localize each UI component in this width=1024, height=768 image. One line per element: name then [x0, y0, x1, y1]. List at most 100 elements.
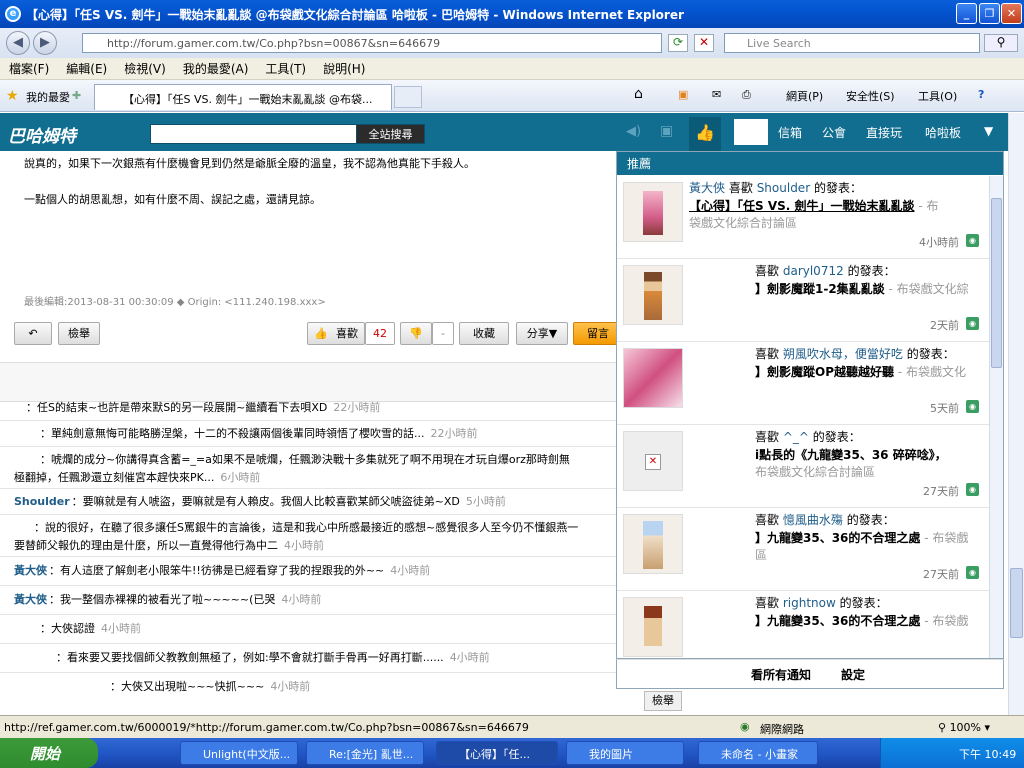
comment-row: ：唬爛的成分~你講得真含蓄=_=a如果不是唬爛，任飄渺決戰十多集就死了啊不用現在… [0, 447, 620, 489]
tools-menu[interactable]: 工具(O) [918, 88, 957, 104]
report-button[interactable]: 檢舉 [58, 322, 100, 345]
dislike-icon[interactable]: 👎 [400, 322, 432, 345]
notification-item[interactable]: 喜歡 rightnow 的發表： 】九龍變35、36的不合理之處 - 布袋戲 [617, 591, 989, 658]
globe-icon: ◉ [740, 720, 750, 733]
add-favorite-icon[interactable]: ✚ [72, 89, 81, 102]
minimize-button[interactable]: _ [956, 3, 977, 24]
search-icon[interactable]: ⚲ [984, 34, 1018, 52]
address-toolbar: ◀ ▶ http://forum.gamer.com.tw/Co.php?bsn… [0, 28, 1024, 58]
start-button[interactable]: 開始 [0, 738, 98, 768]
window-title: 【心得】「任S VS. 劍牛」一戰始末亂亂談 @布袋戲文化綜合討論區 哈啦板 -… [26, 8, 684, 22]
menu-tools[interactable]: 工具(T) [265, 62, 306, 76]
notification-header: 推薦 [617, 152, 1003, 175]
zoom-level[interactable]: ⚲ 100% ▾ [938, 721, 990, 734]
comment-row: ：單純劍意無悔可能略勝涅槃，十二的不殺讓兩個後輩同時領悟了櫻吹雪的話... 22小… [0, 421, 620, 447]
tab-bar: ★ 我的最愛 ✚ 【心得】「任S VS. 劍牛」一戰始末亂亂談 @布袋... ⌂… [0, 80, 1024, 112]
site-logo[interactable]: 巴哈姆特 [8, 122, 76, 147]
maximize-button[interactable]: ❐ [979, 3, 1000, 24]
comment-user[interactable]: 黃大俠 [14, 564, 47, 577]
menu-help[interactable]: 說明(H) [323, 62, 365, 76]
favorites-button[interactable]: 我的最愛 [26, 89, 70, 105]
menu-bar: 檔案(F) 編輯(E) 檢視(V) 我的最愛(A) 工具(T) 說明(H) [0, 58, 1024, 80]
taskbar-item[interactable]: Re:[金光] 亂世... [306, 741, 424, 765]
comment-row: 黃大俠 ：有人這麼了解劍老小限笨牛!!彷彿是已經看穿了我的捏跟我的外~~ 4小時前 [0, 557, 620, 586]
comment-row: 黃大俠 ：我一整個赤裸裸的被看光了啦~~~~~(已哭 4小時前 [0, 586, 620, 615]
menu-edit[interactable]: 編輯(E) [66, 62, 107, 76]
avatar [623, 514, 683, 574]
taskbar-item-active[interactable]: 【心得】「任... [436, 741, 558, 765]
notification-item[interactable]: 喜歡 憶風曲水殤 的發表： 】九龍變35、36的不合理之處 - 布袋戲 區 27… [617, 508, 989, 591]
taskbar: 開始 Unlight(中文版... Re:[金光] 亂世... 【心得】「任..… [0, 738, 1024, 768]
close-button[interactable]: ✕ [1001, 3, 1022, 24]
comment-row: ：大俠認證 4小時前 [0, 615, 620, 644]
home-icon[interactable]: ⌂ [634, 86, 643, 102]
ie-icon: e [5, 6, 21, 22]
avatar [623, 182, 683, 242]
thumbs-up-icon[interactable]: 👍 [689, 117, 721, 151]
comment-user[interactable]: Shoulder [14, 495, 70, 508]
address-input[interactable]: http://forum.gamer.com.tw/Co.php?bsn=008… [82, 33, 662, 53]
like-button[interactable]: 👍 喜歡 [307, 322, 365, 345]
taskbar-item[interactable]: 未命名 - 小畫家 [698, 741, 818, 765]
notification-item[interactable]: 喜歡 朔風吹水母，便當好吃 的發表： 】劍影魔蹤OP越聽越好聽 - 布袋戲文化 … [617, 342, 989, 425]
page-menu[interactable]: 網頁(P) [786, 88, 823, 104]
site-search-button[interactable]: 全站搜尋 [356, 124, 425, 144]
avatar [623, 597, 683, 657]
back-button[interactable]: ◀ [6, 31, 30, 55]
avatar [623, 348, 683, 408]
stop-icon[interactable]: ✕ [694, 34, 714, 52]
search-input[interactable]: Live Search [724, 33, 980, 53]
comment-row: ：看來要又要找個師父教教劍無極了，例如:學不會就打斷手骨再一好再打斷......… [0, 644, 620, 673]
notification-item[interactable]: 黃大俠 喜歡 Shoulder 的發表： 【心得】「任S VS. 劍牛」一戰始末… [617, 176, 989, 259]
reply-icon[interactable]: ↶ [14, 322, 52, 345]
mail-icon[interactable]: ✉ [712, 88, 721, 101]
nav-guild[interactable]: 公會 [822, 124, 846, 141]
safety-menu[interactable]: 安全性(S) [846, 88, 895, 104]
taskbar-item[interactable]: Unlight(中文版... [180, 741, 298, 765]
see-all-notifications-link[interactable]: 看所有通知 [751, 666, 811, 683]
menu-file[interactable]: 檔案(F) [9, 62, 49, 76]
page-content: 巴哈姆特 全站搜尋 ◀) ▣ 👍 信箱 公會 直接玩 哈啦板 ▼ 說真的，如果下… [0, 113, 1010, 715]
comment-row: ：說的很好，在聽了很多讓任S罵銀牛的言論後，這是和我心中所感最接近的感想~感覺很… [0, 515, 620, 557]
broken-image-icon: ✕ [623, 431, 683, 491]
avatar[interactable] [734, 119, 768, 145]
print-icon[interactable]: ⎙ [742, 88, 751, 102]
menu-favorites[interactable]: 我的最愛(A) [183, 62, 249, 76]
rss-icon: ◉ [966, 400, 979, 413]
favorites-star-icon[interactable]: ★ [6, 88, 19, 104]
rss-icon[interactable]: ▣ [678, 88, 688, 101]
forward-button[interactable]: ▶ [33, 31, 57, 55]
notification-settings-link[interactable]: 設定 [841, 666, 865, 683]
notify-rss-icon[interactable]: ▣ [660, 123, 673, 139]
window-titlebar: e 【心得】「任S VS. 劍牛」一戰始末亂亂談 @布袋戲文化綜合討論區 哈啦板… [0, 0, 1024, 28]
nav-play[interactable]: 直接玩 [866, 124, 902, 141]
comment-user[interactable]: 黃大俠 [14, 593, 47, 606]
site-search-input[interactable] [150, 124, 357, 144]
notification-user[interactable]: 黃大俠 [689, 181, 725, 195]
collect-button[interactable]: 收藏 [459, 322, 509, 345]
notification-footer: 看所有通知 設定 [616, 659, 1004, 689]
nav-mail[interactable]: 信箱 [778, 124, 802, 141]
page-scrollbar[interactable] [1008, 113, 1024, 715]
dislike-count: - [432, 322, 454, 345]
new-tab-button[interactable] [394, 86, 422, 108]
share-button[interactable]: 分享▼ [516, 322, 568, 345]
taskbar-item[interactable]: 我的圖片 [566, 741, 684, 765]
post-text-line1: 說真的，如果下一次銀燕有什麼機會見到仍然是爺脈全廢的溫皇，我不認為他真能下手殺人… [24, 157, 475, 170]
notification-scrollbar[interactable] [989, 176, 1003, 658]
clock: 下午 10:49 [959, 748, 1017, 761]
report-button[interactable]: 檢舉 [644, 691, 682, 711]
nav-forum[interactable]: 哈啦板 [925, 124, 961, 141]
notification-item[interactable]: ✕ 喜歡 ^_^ 的發表： i點長的《九龍變35、36 碎碎唸》， 布袋戲文化綜… [617, 425, 989, 508]
notification-item[interactable]: 喜歡 daryl0712 的發表： 】劍影魔蹤1-2集亂亂談 - 布袋戲文化綜 … [617, 259, 989, 342]
nav-dropdown-icon[interactable]: ▼ [984, 124, 993, 138]
like-count: 42 [365, 322, 395, 345]
system-tray: 下午 10:49 [880, 738, 1024, 768]
menu-view[interactable]: 檢視(V) [124, 62, 166, 76]
like-icon: 👍 [314, 327, 328, 340]
help-icon[interactable]: ? [978, 88, 984, 101]
rss-icon: ◉ [966, 317, 979, 330]
sound-icon[interactable]: ◀) [626, 124, 641, 139]
refresh-icon[interactable]: ⟳ [668, 34, 688, 52]
tab-active[interactable]: 【心得】「任S VS. 劍牛」一戰始末亂亂談 @布袋... [94, 84, 392, 110]
